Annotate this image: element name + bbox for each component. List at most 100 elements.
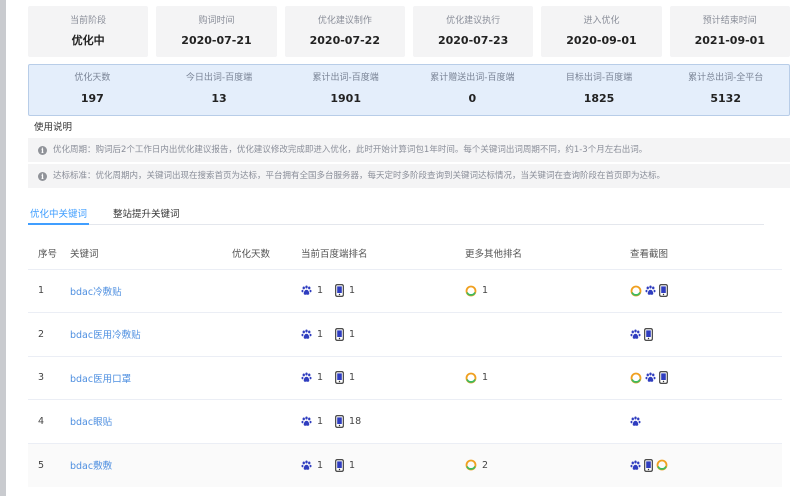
screenshot-icons [630,416,641,427]
col-header-days: 优化天数 [232,248,271,260]
mobile-icon[interactable] [659,371,668,385]
rank-number: 1 [317,372,324,384]
360-icon[interactable] [656,459,668,471]
rank-number: 1 [482,372,489,384]
info-icon: i [38,171,47,181]
stats-panel: 优化天数 197 今日出词-百度端 13 累计出词-百度端 1901 累计赠送出词-百… [28,64,790,116]
stat-all-platform-words: 累计总出词-全平台 5132 [662,72,789,115]
mobile-icon [335,284,344,298]
stat-value: 5132 [710,92,741,105]
keyword-link[interactable]: bdac冷敷贴 [70,287,122,298]
rank-mobile: 18 [335,414,362,428]
mobile-icon[interactable] [644,327,653,341]
stat-label: 优化天数 [74,73,111,83]
rank-pc: 1 [301,372,323,383]
keyword-link[interactable]: bdac医用冷敷贴 [70,330,141,341]
rank-number: 1 [317,415,324,427]
rank-360: 1 [465,372,488,384]
mobile-icon [335,371,344,385]
rank-number: 1 [482,285,489,297]
cell-no: 4 [28,399,60,443]
cell-other-rank: 1 [455,268,620,313]
stat-label: 目标出词-百度端 [565,73,633,83]
col-header-no: 序号 [38,248,58,260]
stat-label: 累计赠送出词-百度端 [430,73,515,83]
stage-label: 进入优化 [583,16,620,26]
cell-screenshots [620,399,782,443]
baidu-paw-icon[interactable] [630,416,641,427]
stat-value: 197 [80,92,104,105]
360-icon [465,372,477,384]
stage-value: 2020-07-21 [181,34,252,47]
cell-other-rank [455,312,620,356]
rank-pc: 1 [301,329,323,340]
cell-keyword: bdac冷敷贴 [60,268,222,313]
screenshot-icons [630,458,668,472]
rank-number: 1 [349,459,356,471]
table-header: 序号 关键词 优化天数 当前百度端排名 更多其他排名 查看截图 [28,237,782,269]
cell-baidu-rank: 11 [291,442,455,487]
baidu-paw-icon[interactable] [645,372,656,383]
stage-value: 优化中 [71,34,105,47]
stat-label: 累计总出词-全平台 [688,73,764,83]
stat-label: 今日出词-百度端 [185,73,253,83]
rank-360: 1 [465,285,488,297]
cell-baidu-rank: 11 [291,355,455,400]
rank-mobile: 1 [335,327,355,341]
stage-value: 2020-09-01 [566,34,637,47]
tab-optimizing-keywords[interactable]: 优化中关键词 [28,202,90,225]
cell-other-rank: 2 [455,442,620,487]
cell-keyword: bdac眼贴 [60,399,222,443]
mobile-icon[interactable] [659,284,668,298]
baidu-paw-icon [301,460,312,471]
help-title: 使用说明 [34,122,73,133]
rank-mobile: 1 [335,371,356,385]
stat-total-words: 累计出词-百度端 1901 [282,72,409,115]
stage-value: 2021-09-01 [694,34,765,47]
cell-screenshots [620,268,782,313]
baidu-paw-icon[interactable] [645,285,656,296]
mobile-icon[interactable] [644,458,653,472]
stat-optimize-days: 优化天数 197 [29,72,156,115]
cell-baidu-rank: 11 [291,312,455,356]
cell-days [222,312,291,356]
rank-number: 18 [349,415,362,427]
cell-days [222,399,291,443]
table-row: 1 bdac冷敷贴 1 1 1 [28,268,782,313]
info-icon: i [38,145,47,155]
rank-number: 1 [349,285,356,297]
baidu-paw-icon[interactable] [630,460,641,471]
360-icon[interactable] [630,285,642,297]
rank-pc: 1 [301,416,323,427]
rank-number: 1 [317,459,324,471]
baidu-paw-icon [301,416,312,427]
rank-mobile: 1 [335,284,356,298]
360-icon[interactable] [630,372,642,384]
cell-no: 2 [28,312,60,356]
baidu-paw-icon[interactable] [630,329,641,340]
tab-site-keywords[interactable]: 整站提升关键词 [111,202,182,225]
keyword-link[interactable]: bdac敷敷 [70,461,112,472]
table-row: 3 bdac医用口罩 1 1 1 [28,355,782,400]
rank-pc: 1 [301,285,323,296]
stage-timeline: 当前阶段 优化中 购词时间 2020-07-21 优化建议制作 2020-07-22 … [28,6,790,57]
rank-number: 2 [482,459,489,471]
rank-360: 2 [465,459,488,471]
keyword-table: 序号 关键词 优化天数 当前百度端排名 更多其他排名 查看截图 1 bdac冷敷贴… [28,237,782,487]
keyword-link[interactable]: bdac眼贴 [70,417,112,428]
stage-label: 预计结束时间 [702,16,757,26]
keyword-tabs: 优化中关键词 整站提升关键词 [28,202,764,225]
cell-keyword: bdac医用口罩 [60,355,222,400]
keyword-link[interactable]: bdac医用口罩 [70,374,131,385]
stat-gift-words: 累计赠送出词-百度端 0 [409,72,536,115]
rank-number: 1 [349,372,356,384]
stage-value: 2020-07-22 [309,34,380,47]
cell-no: 1 [28,268,60,313]
col-header-keyword: 关键词 [70,248,99,260]
stage-card-enter-optimize: 进入优化 2020-09-01 [541,6,662,57]
cell-other-rank: 1 [455,355,620,400]
stat-today-words: 今日出词-百度端 13 [156,72,283,115]
mobile-icon [335,458,344,472]
stage-value: 2020-07-23 [437,34,509,47]
stat-value: 1901 [330,92,361,105]
